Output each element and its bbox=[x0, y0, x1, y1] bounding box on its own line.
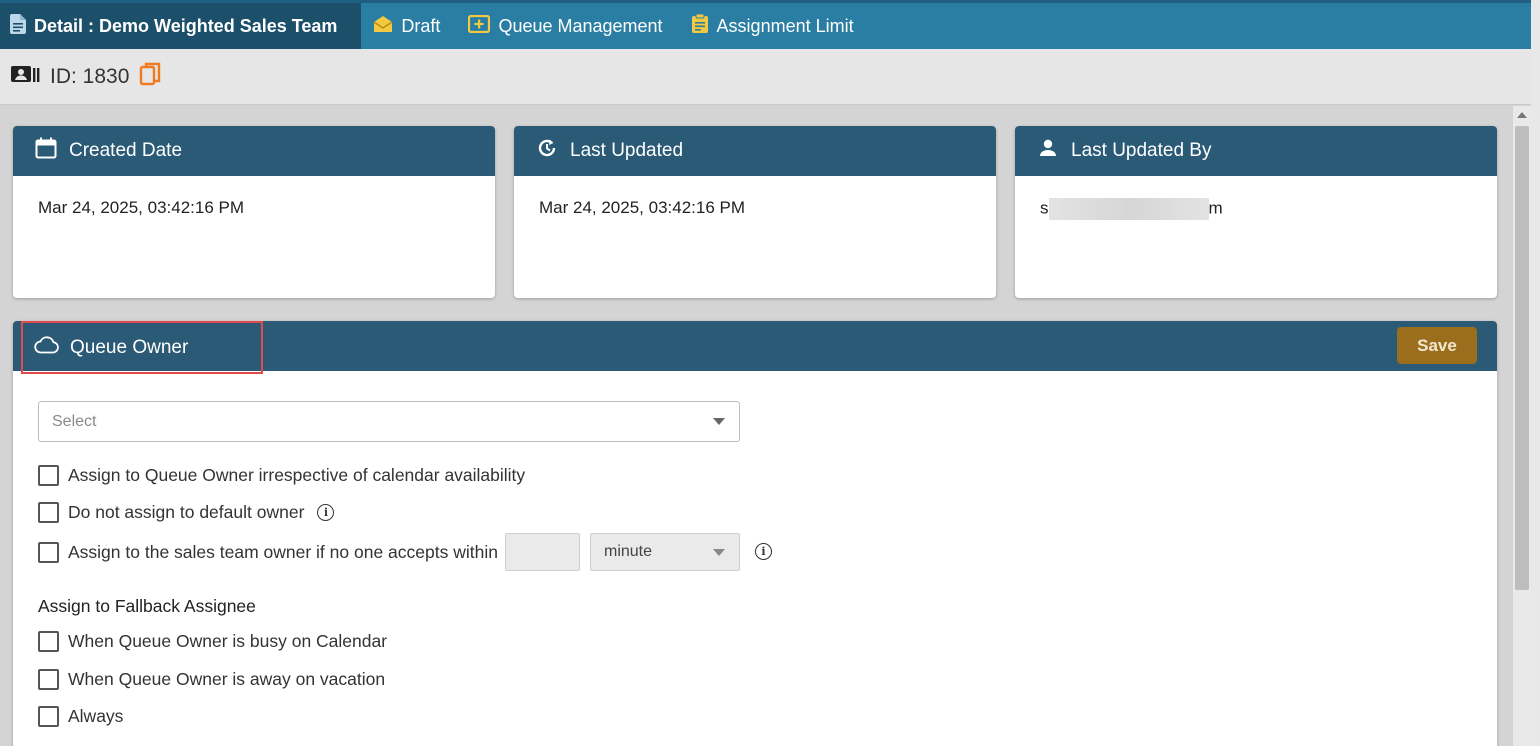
option-label: Do not assign to default owner bbox=[68, 502, 305, 522]
created-date-card: Created Date Mar 24, 2025, 03:42:16 PM bbox=[13, 126, 495, 298]
checkbox[interactable] bbox=[38, 631, 59, 652]
last-updated-by-card: Last Updated By sm bbox=[1015, 126, 1497, 298]
option-label: Always bbox=[68, 706, 124, 726]
queue-owner-panel: Queue Owner Save Select Assign to Queue … bbox=[13, 321, 1497, 746]
checkbox[interactable] bbox=[38, 465, 59, 486]
tab-label: Draft bbox=[401, 15, 441, 36]
checkbox[interactable] bbox=[38, 706, 59, 727]
queue-owner-title-highlight: Queue Owner bbox=[21, 321, 263, 374]
person-icon bbox=[1037, 137, 1059, 165]
tab-detail[interactable]: Detail : Demo Weighted Sales Team bbox=[0, 3, 362, 49]
tab-label: Queue Management bbox=[498, 15, 663, 36]
redacted-email bbox=[1048, 198, 1209, 220]
document-icon bbox=[10, 13, 26, 39]
scroll-up-arrow[interactable] bbox=[1513, 106, 1531, 124]
record-id: ID: 1830 bbox=[50, 64, 130, 88]
queue-owner-header: Queue Owner Save bbox=[13, 321, 1497, 374]
tab-label: Detail : Demo Weighted Sales Team bbox=[34, 15, 338, 36]
copy-icon[interactable] bbox=[139, 62, 161, 91]
fallback-away-vacation[interactable]: When Queue Owner is away on vacation bbox=[38, 669, 385, 690]
tab-assignment-limit[interactable]: Assignment Limit bbox=[679, 3, 870, 49]
option-ignore-calendar[interactable]: Assign to Queue Owner irrespective of ca… bbox=[38, 465, 525, 486]
card-title: Last Updated By bbox=[1071, 140, 1212, 161]
select-placeholder: Select bbox=[52, 412, 97, 430]
card-header: Last Updated bbox=[514, 126, 996, 176]
checkbox[interactable] bbox=[38, 502, 59, 523]
card-title: Last Updated bbox=[570, 140, 684, 161]
add-box-icon bbox=[468, 14, 491, 38]
option-no-default-owner[interactable]: Do not assign to default owner i bbox=[38, 502, 335, 523]
queue-owner-title: Queue Owner bbox=[70, 336, 189, 358]
envelope-open-icon bbox=[373, 15, 393, 38]
fallback-section-title: Assign to Fallback Assignee bbox=[38, 596, 256, 616]
info-icon[interactable]: i bbox=[317, 504, 335, 521]
email-suffix: m bbox=[1208, 198, 1223, 218]
last-updated-by-value: sm bbox=[1015, 176, 1497, 242]
card-header: Created Date bbox=[13, 126, 495, 176]
checkbox[interactable] bbox=[38, 542, 59, 563]
tab-label: Assignment Limit bbox=[716, 15, 854, 36]
tab-queue-management[interactable]: Queue Management bbox=[456, 3, 678, 49]
window-edge bbox=[1531, 0, 1540, 746]
option-label: Assign to the sales team owner if no one… bbox=[68, 542, 498, 562]
id-card-icon bbox=[10, 64, 40, 89]
id-bar: ID: 1830 bbox=[0, 49, 1540, 105]
timeout-unit-select[interactable]: minute bbox=[590, 533, 740, 571]
option-label: When Queue Owner is away on vacation bbox=[68, 669, 386, 689]
option-sales-team-owner[interactable]: Assign to the sales team owner if no one… bbox=[38, 542, 498, 563]
save-button[interactable]: Save bbox=[1397, 327, 1477, 364]
chevron-down-icon bbox=[713, 418, 725, 425]
fallback-always[interactable]: Always bbox=[38, 706, 123, 727]
timeout-unit-value: minute bbox=[604, 543, 653, 560]
queue-owner-select[interactable]: Select bbox=[38, 401, 740, 442]
created-date-value: Mar 24, 2025, 03:42:16 PM bbox=[38, 198, 245, 217]
calendar-icon bbox=[35, 137, 57, 165]
info-icon[interactable]: i bbox=[755, 543, 772, 560]
card-title: Created Date bbox=[69, 140, 183, 161]
last-updated-card: Last Updated Mar 24, 2025, 03:42:16 PM bbox=[514, 126, 996, 298]
timeout-value-input[interactable] bbox=[505, 533, 580, 571]
email-prefix: s bbox=[1040, 198, 1049, 218]
top-tab-bar: Detail : Demo Weighted Sales Team Draft … bbox=[0, 0, 1540, 49]
scrollbar-thumb[interactable] bbox=[1515, 126, 1529, 590]
clipboard-icon bbox=[691, 13, 709, 39]
cloud-icon bbox=[34, 335, 60, 360]
checkbox[interactable] bbox=[38, 669, 59, 690]
chevron-down-icon bbox=[713, 549, 725, 556]
history-icon bbox=[536, 137, 558, 165]
tab-draft[interactable]: Draft bbox=[361, 3, 456, 49]
fallback-busy-calendar[interactable]: When Queue Owner is busy on Calendar bbox=[38, 631, 387, 652]
last-updated-value: Mar 24, 2025, 03:42:16 PM bbox=[539, 198, 746, 217]
option-label: When Queue Owner is busy on Calendar bbox=[68, 631, 388, 651]
option-label: Assign to Queue Owner irrespective of ca… bbox=[68, 465, 526, 485]
card-header: Last Updated By bbox=[1015, 126, 1497, 176]
